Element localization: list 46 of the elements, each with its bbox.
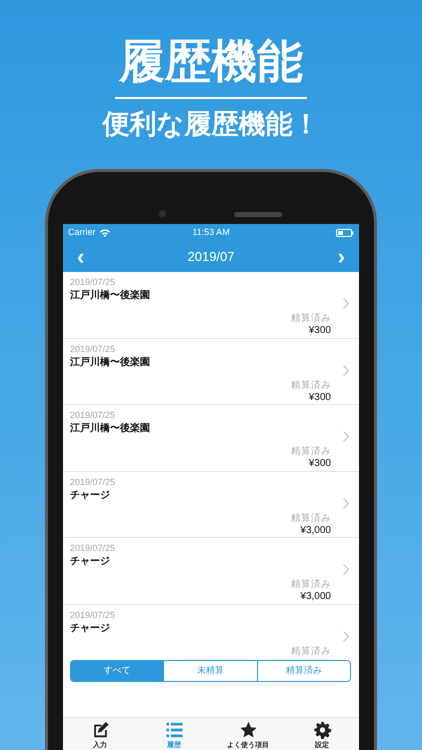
history-amount: ¥3,000 [300,524,331,536]
camera-icon [158,209,167,218]
settlement-status: 精算済み [291,579,331,590]
history-date: 2019/07/25 [70,409,116,421]
history-amount: ¥300 [308,324,331,337]
list-icon [164,721,184,739]
settlement-status: 精算済み [291,446,331,457]
history-title: 江戸川橋〜後楽園 [70,422,150,435]
chevron-icon [343,431,349,442]
chevron-icon [343,564,349,575]
settlement-status: 精算済み [291,512,331,524]
chevron-icon [343,298,349,309]
history-amount: ¥300 [308,457,331,470]
battery-icon [336,228,354,236]
history-title: 江戸川橋〜後楽園 [70,289,150,302]
month-title: 2019/07 [188,248,234,266]
history-row[interactable]: 2019/07/25 江戸川橋〜後楽園 精算済み ¥300 [63,272,359,338]
chevron-icon [343,498,349,508]
star-icon [238,721,258,739]
history-date: 2019/07/25 [70,342,116,354]
chevron-icon [343,630,349,642]
settlement-status: 精算済み [291,380,331,390]
carrier-label: Carrier [68,226,96,239]
history-row[interactable]: 2019/07/25 チャージ 精算済み ¥3,000 [63,538,359,604]
status-time: 11:53 AM [192,226,230,239]
history-date: 2019/07/25 [70,542,116,554]
history-amount: ¥3,000 [300,590,331,603]
settlement-status: 精算済み [291,646,331,656]
history-title: チャージ [70,622,110,634]
history-date: 2019/07/25 [70,476,116,488]
wifi-icon [100,228,110,236]
history-title: チャージ [70,555,110,568]
chevron-icon [343,364,349,376]
history-date: 2019/07/25 [70,608,116,620]
history-row[interactable]: 2019/07/25 江戸川橋〜後楽園 精算済み ¥300 [63,338,359,405]
headline: 履歴機能 [119,38,303,84]
history-title: 江戸川橋〜後楽園 [70,356,150,368]
history-row[interactable]: 2019/07/25 江戸川橋〜後楽園 精算済み ¥300 [63,405,359,472]
history-row[interactable]: 2019/07/25 チャージ 精算済み ¥3,000 [63,472,359,538]
history-date: 2019/07/25 [70,276,116,288]
settings-icon [312,721,332,739]
subtitle: 便利な履歴機能！ [100,111,320,138]
history-title: チャージ [70,488,110,502]
settlement-status: 精算済み [291,313,331,324]
speaker-icon [234,212,282,217]
history-amount: ¥300 [308,390,331,404]
